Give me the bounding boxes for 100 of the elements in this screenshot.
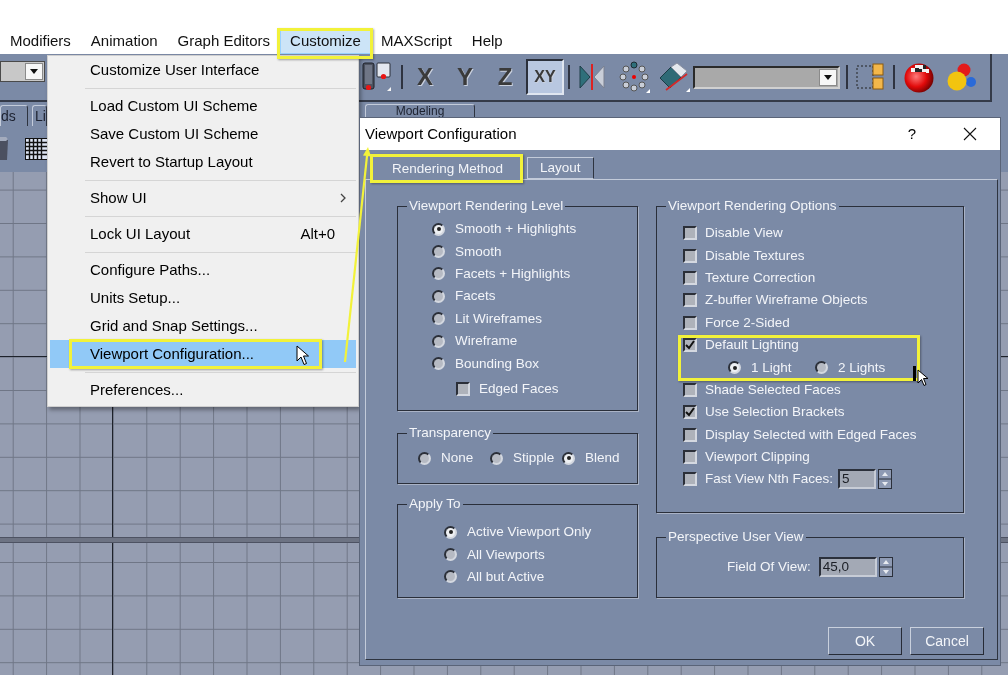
option-label: 2 Lights — [838, 359, 886, 376]
option-label: Display Selected with Edged Faces — [705, 426, 917, 443]
menu-item[interactable]: Grid and Snap Settings... — [50, 312, 356, 340]
option-label: Disable Textures — [705, 247, 805, 264]
group-title: Transparency — [407, 425, 494, 441]
caret-down-icon — [819, 68, 837, 86]
group-title: Apply To — [407, 496, 463, 512]
radio-button[interactable] — [432, 334, 445, 348]
radio-button[interactable] — [432, 245, 445, 259]
menu-bar-item[interactable]: Graph Editors — [167, 28, 281, 54]
radio-button[interactable] — [815, 361, 828, 375]
checkbox[interactable] — [683, 248, 697, 263]
menu-bar-item[interactable]: Modifiers — [0, 28, 81, 54]
dropdown-field[interactable] — [0, 61, 45, 82]
dots-icon[interactable] — [618, 61, 650, 93]
check-icon — [685, 340, 695, 351]
option-label: Viewport Clipping — [705, 449, 810, 466]
menu-item[interactable]: Load Custom UI Scheme — [50, 92, 356, 120]
radio-button[interactable] — [432, 267, 445, 281]
group-title: Perspective User View — [666, 529, 806, 545]
checkbox[interactable] — [683, 382, 697, 397]
menu-item[interactable]: Lock UI Layout Alt+0 — [50, 220, 356, 248]
spinner-arrows-icon[interactable] — [878, 469, 893, 490]
option-label: All but Active — [467, 568, 545, 585]
help-button[interactable]: ? — [897, 118, 927, 150]
panel-tab[interactable]: ds — [0, 105, 28, 126]
radio-button[interactable] — [562, 451, 575, 465]
option-label: Disable View — [705, 225, 783, 242]
option-label: Active Viewport Only — [467, 524, 592, 541]
option-label: Shade Selected Faces — [705, 381, 841, 398]
checkbox[interactable] — [683, 450, 697, 465]
menu-item[interactable]: Configure Paths... — [50, 256, 356, 284]
checkbox[interactable] — [683, 405, 697, 420]
checkbox[interactable] — [683, 472, 697, 487]
option-label: Wireframe — [455, 333, 518, 350]
block-icon[interactable] — [658, 62, 690, 92]
menu-item[interactable]: Save Custom UI Scheme — [50, 120, 356, 148]
menu-bar-item[interactable]: Help — [461, 28, 513, 54]
option-label: Texture Correction — [705, 269, 816, 286]
mirror-icon[interactable] — [578, 62, 606, 92]
spheres-icon[interactable] — [945, 62, 977, 92]
radio-button[interactable] — [490, 451, 503, 465]
option-label: Force 2-Sided — [705, 314, 790, 331]
option-label: Smooth — [455, 243, 502, 260]
chevron-right-icon — [340, 193, 346, 203]
option-label: All Viewports — [467, 546, 545, 563]
option-label: Bounding Box — [455, 355, 540, 372]
menu-item[interactable]: Preferences... — [50, 376, 356, 404]
option-label: Smooth + Highlights — [455, 221, 577, 238]
option-label: None — [441, 450, 474, 467]
menu-item[interactable]: Customize User Interface — [50, 56, 356, 84]
option-label: Lit Wireframes — [455, 310, 542, 327]
dotted-frame-icon[interactable] — [855, 62, 885, 92]
option-label: Fast View Nth Faces: — [705, 471, 834, 488]
axis-button[interactable]: XY — [526, 59, 564, 95]
radio-button[interactable] — [432, 289, 445, 303]
menu-bar-item[interactable]: Animation — [80, 28, 168, 54]
cursor-icon — [296, 345, 310, 366]
checkbox[interactable] — [683, 338, 697, 353]
group-title: Viewport Rendering Level — [407, 198, 566, 214]
option-label: Use Selection Brackets — [705, 404, 845, 421]
number-field[interactable]: 45,0 — [818, 557, 877, 578]
number-field[interactable]: 5 — [838, 469, 877, 490]
shortcut-text: Alt+0 — [300, 223, 335, 244]
panel-tab[interactable]: Modeling — [365, 104, 475, 118]
radio-button[interactable] — [432, 222, 445, 236]
cylinder-icon[interactable] — [0, 136, 9, 162]
option-label: Stipple — [513, 450, 555, 467]
checkbox[interactable] — [456, 381, 470, 396]
radio-button[interactable] — [444, 570, 457, 584]
option-label: 1 Light — [751, 359, 792, 376]
checkbox[interactable] — [683, 226, 697, 241]
spinner-arrows-icon[interactable] — [878, 557, 893, 578]
radio-button[interactable] — [444, 548, 457, 562]
menu-item[interactable]: Revert to Startup Layout — [50, 148, 356, 176]
grid-icon[interactable] — [25, 138, 48, 160]
menu-bar-item[interactable]: MAXScript — [370, 28, 462, 54]
option-label: Facets + Highlights — [455, 265, 571, 282]
option-label: Edged Faces — [479, 380, 559, 397]
radio-button[interactable] — [432, 357, 445, 371]
group-title: Viewport Rendering Options — [666, 198, 839, 214]
checkbox[interactable] — [683, 270, 697, 285]
menu-item[interactable]: Viewport Configuration... — [50, 340, 356, 368]
checkbox[interactable] — [683, 315, 697, 330]
checkbox[interactable] — [683, 427, 697, 442]
checkered-sphere-icon[interactable] — [903, 61, 935, 93]
radio-button[interactable] — [728, 361, 741, 375]
checkbox[interactable] — [683, 293, 697, 308]
radio-button[interactable] — [444, 525, 457, 539]
window-title: Viewport Configuration — [365, 123, 517, 144]
radio-button[interactable] — [418, 451, 431, 465]
cylinders-icon[interactable] — [362, 62, 392, 92]
radio-button[interactable] — [432, 312, 445, 326]
menu-item[interactable]: Units Setup... — [50, 284, 356, 312]
field-label: Field Of View: — [727, 559, 811, 576]
panel-tab[interactable]: Li — [32, 105, 47, 126]
dropdown-field[interactable] — [693, 65, 840, 89]
menu-item[interactable]: Show UI — [50, 184, 356, 212]
option-label: Blend — [585, 450, 620, 467]
option-label: Z-buffer Wireframe Objects — [705, 292, 868, 309]
